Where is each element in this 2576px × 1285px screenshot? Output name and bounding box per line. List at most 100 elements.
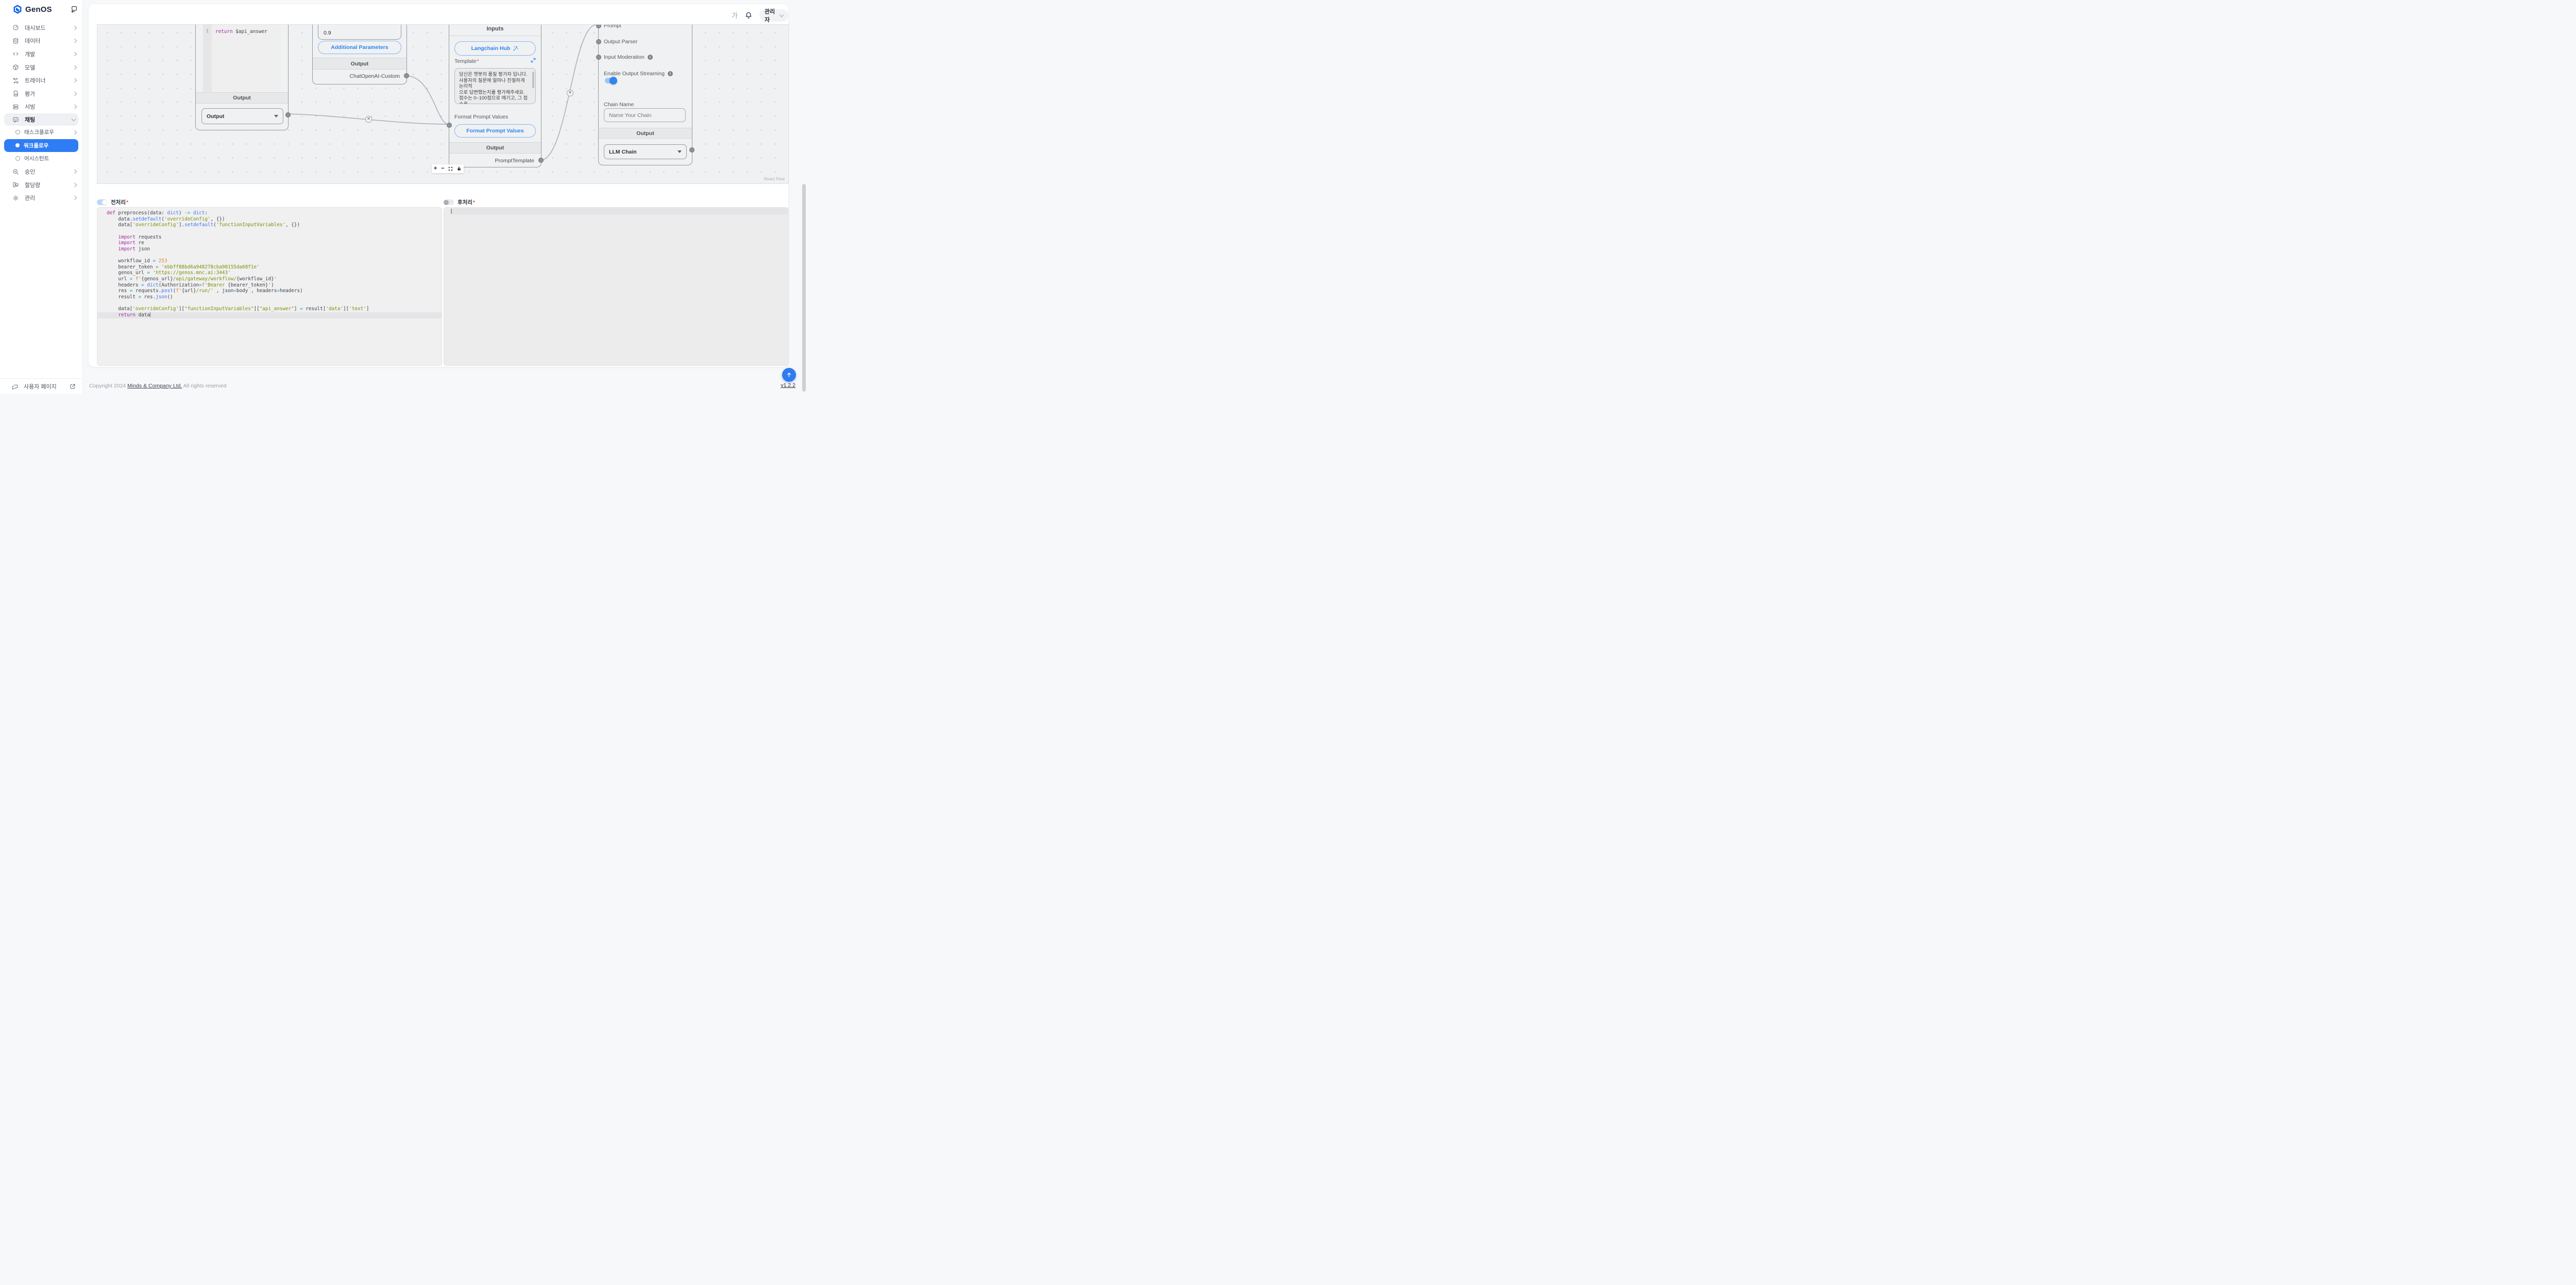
streaming-label: Enable Output Streamingi <box>604 71 673 77</box>
input-handle[interactable] <box>447 123 452 128</box>
template-label: Template* <box>454 58 479 64</box>
sidebar-item-workflow[interactable]: 워크플로우 <box>4 139 78 152</box>
sidebar-item-assistant[interactable]: 어시스턴트 <box>0 152 82 165</box>
version-link[interactable]: v1.2.2 <box>781 382 795 388</box>
textarea-scrollbar[interactable] <box>532 72 534 88</box>
streaming-toggle[interactable] <box>605 78 616 83</box>
fit-view-icon[interactable] <box>448 166 453 171</box>
sidebar-item-trainer[interactable]: 트레이너 <box>0 74 82 87</box>
sidebar-item-taskflow[interactable]: 태스크플로우 <box>0 126 82 139</box>
template-textarea[interactable]: 당신은 챗봇의 품질 평가자 입니다. 사용자의 질문에 얼마나 친절하게 논리… <box>454 68 536 104</box>
chat-model-output-label: ChatOpenAI-Custom <box>350 73 400 79</box>
app-root: GenOS 대시보드 데이터 개발 모델 <box>0 0 808 394</box>
dropdown-arrow-icon <box>274 115 278 117</box>
sidebar-item-chat[interactable]: 채팅 <box>4 113 78 126</box>
output-section-header: Output <box>196 92 288 104</box>
text-caret <box>451 209 452 214</box>
report-icon <box>12 90 19 97</box>
server-icon <box>12 104 19 110</box>
edge-delete-button[interactable]: ✕ <box>567 90 573 96</box>
chain-name-label: Chain Name <box>604 102 634 108</box>
postprocess-header: 후처리* <box>444 198 475 206</box>
info-icon[interactable]: i <box>668 71 673 76</box>
edge-delete-button[interactable]: ✕ <box>365 116 372 123</box>
company-link[interactable]: Minds & Company Ltd. <box>127 383 182 389</box>
sidebar-item-approval[interactable]: 승인 <box>0 165 82 178</box>
sidebar-item-model[interactable]: 모델 <box>0 61 82 74</box>
magic-wand-icon <box>513 45 519 52</box>
chevron-down-icon <box>72 117 76 121</box>
text-size-button[interactable]: 가 <box>732 10 738 20</box>
output-handle[interactable] <box>538 158 544 163</box>
postprocess-code-editor[interactable] <box>444 207 789 366</box>
lock-icon[interactable] <box>457 166 462 171</box>
sidebar: GenOS 대시보드 데이터 개발 모델 <box>0 0 83 394</box>
output-handle[interactable] <box>285 112 291 117</box>
info-icon[interactable]: i <box>648 55 653 60</box>
genos-logo-icon <box>12 4 23 14</box>
node-prompt-template[interactable]: Inputs Langchain Hub Template* 당신은 챗봇의 품… <box>449 24 541 167</box>
arrow-up-icon <box>786 371 792 378</box>
moderation-input-handle[interactable] <box>596 55 601 60</box>
chain-name-input[interactable] <box>604 108 686 122</box>
code-icon <box>12 50 19 57</box>
node-chat-model[interactable]: 0.9 Additional Parameters Output ChatOpe… <box>312 24 407 84</box>
prompt-input-handle[interactable] <box>596 24 601 28</box>
format-prompt-values-button[interactable]: Format Prompt Values <box>454 124 536 138</box>
copyright: Copyright 2024 Minds & Company Ltd. All … <box>89 383 227 389</box>
profile-menu[interactable]: 관리자 <box>759 9 788 22</box>
sidebar-collapse-icon[interactable] <box>70 5 78 13</box>
sidebar-item-admin[interactable]: 관리 <box>0 192 82 205</box>
sidebar-item-evaluation[interactable]: 평가 <box>0 87 82 100</box>
node-llm-chain[interactable]: Prompt Output Parser Input Moderationi E… <box>598 24 692 165</box>
postprocess-label: 후처리* <box>457 198 475 206</box>
chevron-right-icon <box>73 39 77 43</box>
langchain-hub-button[interactable]: Langchain Hub <box>454 41 536 56</box>
llm-chain-output-select[interactable]: LLM Chain <box>604 144 687 159</box>
chevron-right-icon <box>73 78 77 82</box>
format-prompt-values-label: Format Prompt Values <box>454 114 508 120</box>
chevron-right-icon <box>73 130 77 134</box>
input-moderation-label: Input Moderationi <box>604 54 653 60</box>
chevron-right-icon <box>73 52 77 56</box>
node-custom-function[interactable]: 1 return $api_answer Output Output <box>195 24 289 130</box>
dropdown-arrow-icon <box>677 150 682 153</box>
expand-icon[interactable] <box>530 57 536 63</box>
function-output-select[interactable]: Output <box>201 108 283 124</box>
chevron-right-icon <box>73 26 77 30</box>
function-code: return $api_answer <box>206 29 281 35</box>
sidebar-item-serving[interactable]: 서빙 <box>0 100 82 114</box>
scroll-to-top-button[interactable] <box>782 368 796 382</box>
function-code-editor[interactable]: 1 return $api_answer <box>203 24 281 92</box>
prompt-template-output-label: PromptTemplate <box>495 158 534 164</box>
workflow-canvas[interactable]: ✕ ✕ 1 return $api_answer Output Output 0… <box>97 24 789 184</box>
sidebar-item-data[interactable]: 데이터 <box>0 35 82 48</box>
preprocess-label: 전처리* <box>111 198 128 206</box>
zoom-in-icon[interactable]: + <box>434 166 437 172</box>
sidebar-footer: 사용자 페이지 <box>0 378 82 394</box>
sidebar-item-develop[interactable]: 개발 <box>0 47 82 61</box>
trainer-icon <box>12 77 19 84</box>
postprocess-toggle[interactable] <box>444 199 454 205</box>
additional-parameters-button[interactable]: Additional Parameters <box>318 41 401 54</box>
chevron-right-icon <box>73 92 77 96</box>
output-section-header: Output <box>313 58 406 70</box>
preprocess-toggle[interactable] <box>97 199 107 205</box>
page-scrollbar-thumb[interactable] <box>802 184 806 392</box>
gauge-icon <box>12 24 19 31</box>
active-line <box>451 208 788 214</box>
brand: GenOS <box>0 0 82 19</box>
user-page-link[interactable]: 사용자 페이지 <box>0 379 82 394</box>
output-handle[interactable] <box>404 73 409 78</box>
sidebar-item-dashboard[interactable]: 대시보드 <box>0 21 82 35</box>
parser-input-handle[interactable] <box>596 39 601 44</box>
preprocess-code-editor[interactable]: def preprocess(data: dict) -> dict: data… <box>97 207 442 366</box>
zoom-out-icon[interactable]: − <box>441 166 444 172</box>
sidebar-item-quota[interactable]: 할당량 <box>0 178 82 192</box>
topbar-actions: 가 관리자 <box>732 9 788 22</box>
gear-icon <box>12 195 19 201</box>
notification-bell-icon[interactable] <box>744 11 753 20</box>
reactflow-attribution: React Flow <box>764 177 785 181</box>
output-handle[interactable] <box>689 147 694 153</box>
temperature-input[interactable]: 0.9 <box>318 24 401 40</box>
